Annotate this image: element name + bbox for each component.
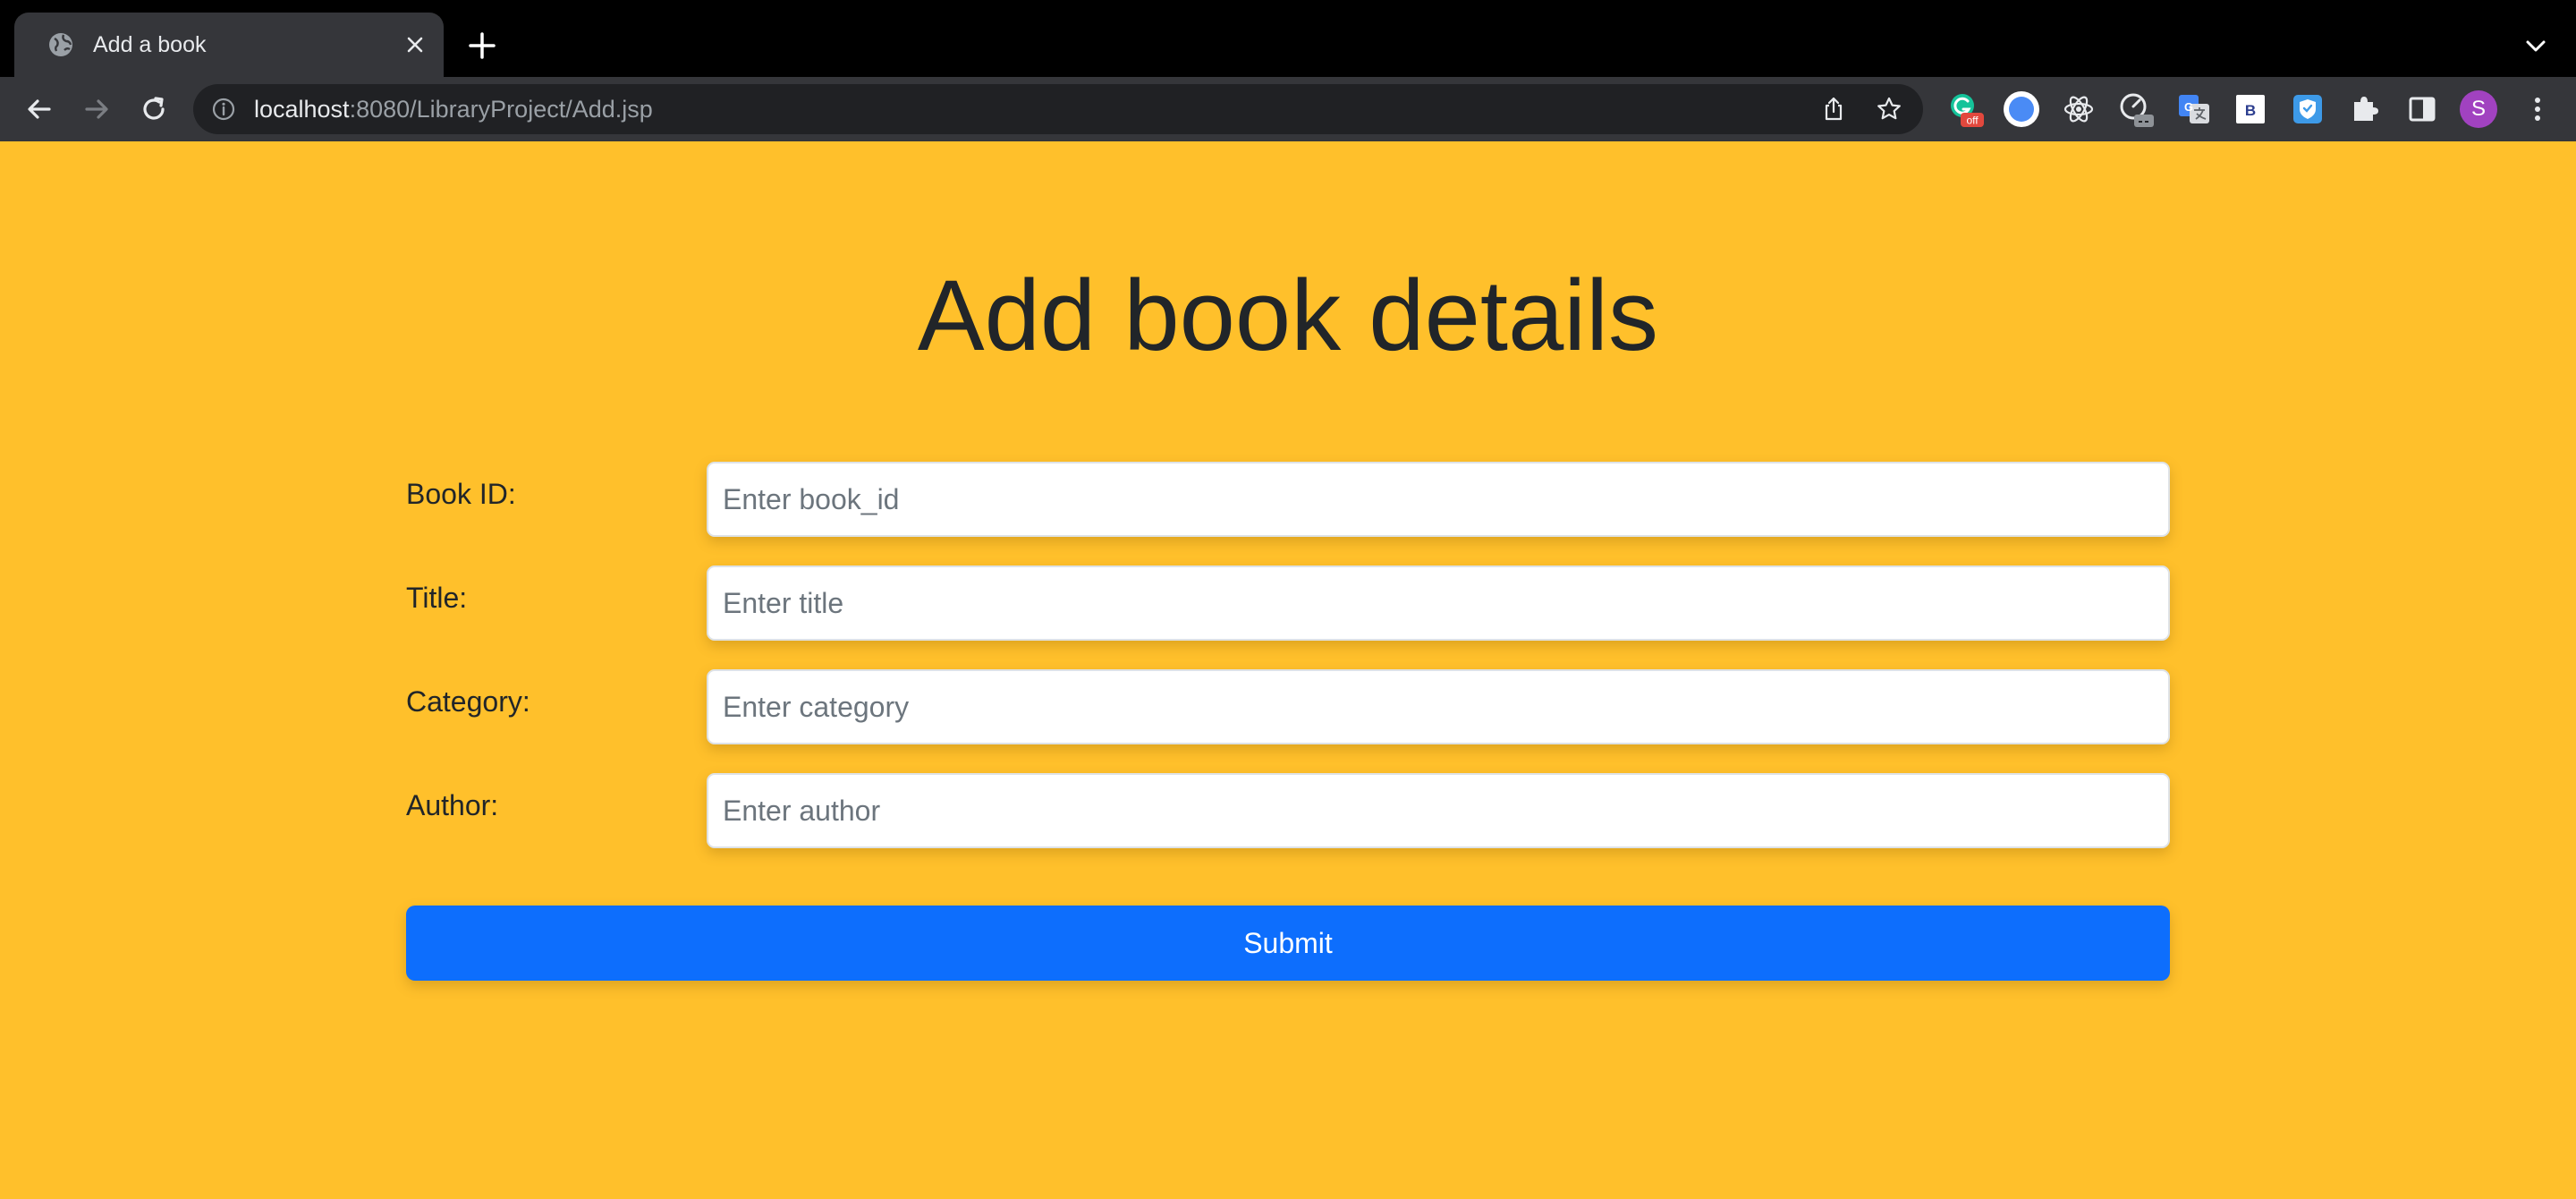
svg-text:G: G — [2184, 100, 2193, 114]
submit-button[interactable]: Submit — [406, 906, 2170, 981]
browser-tab[interactable]: Add a book — [14, 13, 444, 77]
reload-icon[interactable] — [134, 89, 174, 129]
url-host: localhost — [254, 96, 350, 123]
google-translate-icon[interactable]: G — [2174, 89, 2213, 129]
tab-title: Add a book — [93, 32, 207, 57]
browser-tabstrip: Add a book — [0, 0, 2576, 77]
forward-arrow-icon[interactable] — [77, 89, 116, 129]
b-extension-icon[interactable]: B — [2231, 89, 2270, 129]
book-id-row: Book ID: — [406, 462, 2170, 537]
more-options-icon[interactable] — [2524, 89, 2551, 129]
url-text[interactable]: localhost:8080/LibraryProject/Add.jsp — [254, 84, 653, 134]
browser-toolbar: localhost:8080/LibraryProject/Add.jsp of… — [0, 77, 2576, 141]
grammarly-extension-icon[interactable]: off — [1945, 89, 1984, 129]
side-panel-icon[interactable] — [2402, 89, 2442, 129]
compass-extension-icon[interactable] — [2002, 89, 2041, 129]
close-icon[interactable] — [401, 30, 429, 59]
title-input[interactable] — [707, 565, 2170, 641]
category-label: Category: — [406, 685, 530, 718]
address-bar[interactable]: localhost:8080/LibraryProject/Add.jsp — [193, 84, 1923, 134]
react-devtools-icon[interactable] — [2059, 89, 2098, 129]
author-input[interactable] — [707, 773, 2170, 848]
back-arrow-icon[interactable] — [20, 89, 59, 129]
title-row: Title: — [406, 565, 2170, 641]
author-row: Author: — [406, 773, 2170, 848]
book-id-input[interactable] — [707, 462, 2170, 537]
url-path: :8080/LibraryProject/Add.jsp — [349, 96, 653, 123]
page-title: Add book details — [917, 259, 1659, 371]
category-input[interactable] — [707, 669, 2170, 744]
info-icon[interactable] — [211, 97, 236, 122]
globe-icon — [49, 33, 72, 56]
star-icon[interactable] — [1875, 95, 1903, 123]
profile-avatar[interactable]: S — [2460, 90, 2497, 128]
b-extension-label: B — [2245, 102, 2256, 119]
share-icon[interactable] — [1819, 95, 1848, 123]
author-label: Author: — [406, 789, 499, 821]
shield-extension-icon[interactable] — [2288, 89, 2327, 129]
puzzle-piece-icon[interactable] — [2345, 89, 2385, 129]
book-id-label: Book ID: — [406, 478, 516, 510]
grammarly-badge: off — [1966, 115, 1979, 127]
new-tab-icon[interactable] — [463, 27, 501, 64]
title-label: Title: — [406, 582, 468, 614]
speedometer-extension-icon[interactable] — [2116, 89, 2156, 129]
category-row: Category: — [406, 669, 2170, 744]
chevron-down-icon[interactable] — [2521, 30, 2551, 61]
